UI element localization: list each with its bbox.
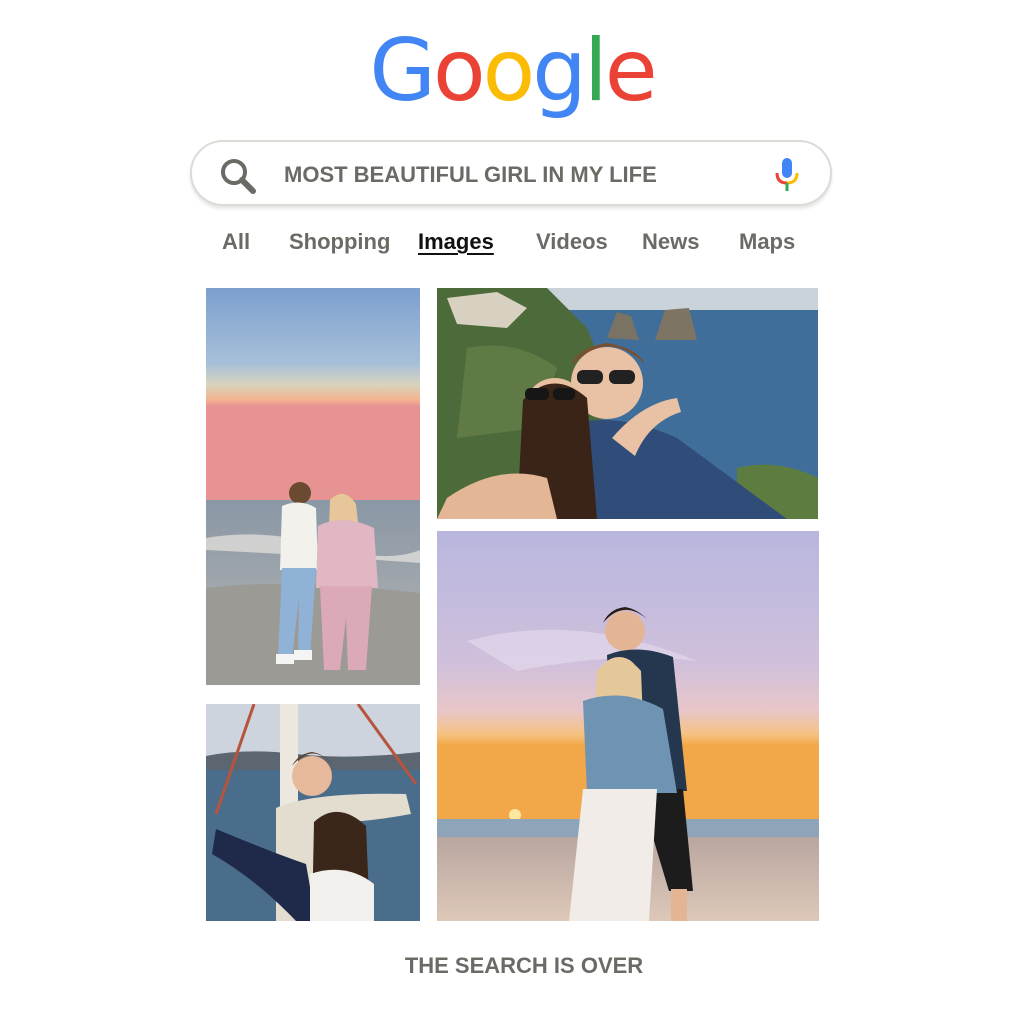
logo-letter-5: l — [583, 21, 608, 121]
search-bar[interactable]: MOST BEAUTIFUL GIRL IN MY LIFE — [190, 140, 832, 206]
caption-text: THE SEARCH IS OVER — [404, 953, 644, 978]
search-tabs: All Shopping Images Videos News Maps — [0, 222, 1024, 262]
tab-images[interactable]: Images — [418, 222, 494, 262]
tab-news[interactable]: News — [642, 222, 699, 262]
google-logo[interactable]: Google — [0, 16, 1024, 126]
image-result-cliff-selfie[interactable] — [437, 288, 818, 519]
logo-letter-2: o — [432, 21, 486, 121]
image-result-beach-couple[interactable] — [206, 288, 420, 685]
logo-letter-3: o — [482, 21, 536, 121]
image-result-sunset-hug[interactable] — [437, 531, 819, 921]
tab-shopping[interactable]: Shopping — [289, 222, 390, 262]
tab-all[interactable]: All — [222, 222, 250, 262]
tab-maps[interactable]: Maps — [739, 222, 795, 262]
search-input[interactable]: MOST BEAUTIFUL GIRL IN MY LIFE — [284, 142, 657, 208]
microphone-icon[interactable] — [772, 156, 802, 194]
image-result-sailboat-couple[interactable] — [206, 704, 420, 921]
logo-letter-1: G — [369, 21, 436, 121]
logo-letter-4: g — [532, 21, 587, 121]
logo-letter-6: e — [604, 21, 658, 121]
search-icon[interactable] — [218, 156, 258, 196]
tab-videos[interactable]: Videos — [536, 222, 608, 262]
